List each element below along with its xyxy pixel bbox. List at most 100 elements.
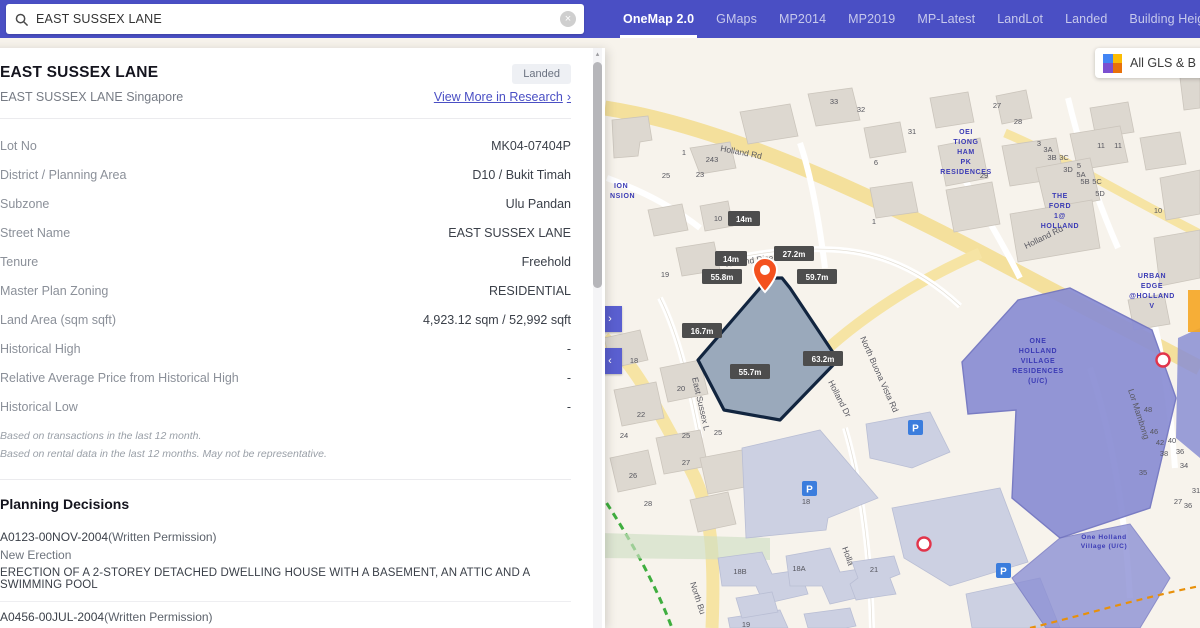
svg-text:14m: 14m [736, 215, 752, 224]
svg-text:5B: 5B [1080, 177, 1089, 186]
tab-landlot[interactable]: LandLot [986, 0, 1054, 38]
svg-text:ONE: ONE [1030, 338, 1047, 345]
svg-text:TIONG: TIONG [953, 139, 978, 146]
svg-text:55.8m: 55.8m [711, 273, 734, 282]
table-row: Land Area (sqm sqft) 4,923.12 sqm / 52,9… [0, 305, 571, 334]
property-address: EAST SUSSEX LANE Singapore [0, 90, 184, 104]
detail-value: Ulu Pandan [505, 196, 571, 211]
tab-building-height[interactable]: Building Height [1118, 0, 1200, 38]
gls-legend-chip[interactable]: All GLS & B [1095, 48, 1200, 78]
svg-text:34: 34 [1180, 461, 1188, 470]
tab-mp2019[interactable]: MP2019 [837, 0, 906, 38]
detail-value: - [566, 370, 571, 385]
svg-text:1: 1 [682, 148, 686, 157]
footnote: Based on rental data in the last 12 mont… [0, 448, 327, 460]
onemap-app: P P P Holland Rd Holland Rise Holland Rd… [0, 0, 1200, 628]
svg-text:3: 3 [1037, 139, 1041, 148]
svg-text:55.7m: 55.7m [739, 368, 762, 377]
footnotes: Based on transactions in the last 12 mon… [0, 425, 571, 479]
svg-text:1@: 1@ [1054, 213, 1066, 220]
scrollbar-up-arrow[interactable]: ▴ [593, 50, 602, 60]
tab-mp-latest[interactable]: MP-Latest [906, 0, 986, 38]
svg-text:23: 23 [696, 170, 704, 179]
detail-label: District / Planning Area [0, 167, 127, 182]
list-item[interactable]: A0456-00JUL-2004(Written Permission) Sub… [0, 602, 571, 628]
view-more-research-link[interactable]: View More in Research › [434, 90, 571, 104]
svg-text:18: 18 [802, 497, 810, 506]
svg-text:24: 24 [620, 431, 628, 440]
svg-text:46: 46 [1150, 427, 1158, 436]
table-row: District / Planning Area D10 / Bukit Tim… [0, 160, 571, 189]
svg-text:VILLAGE: VILLAGE [1021, 358, 1056, 365]
table-row: Tenure Freehold [0, 247, 571, 276]
svg-text:31: 31 [1192, 486, 1200, 495]
measure-16.7m: 16.7m [682, 323, 722, 338]
detail-label: Historical Low [0, 399, 78, 414]
svg-text:6: 6 [874, 158, 878, 167]
planning-type: Subdivision of Land [0, 624, 571, 628]
detail-value: 4,923.12 sqm / 52,992 sqft [422, 312, 571, 327]
svg-text:21: 21 [870, 565, 878, 574]
legend-chip-label: All GLS & B [1130, 56, 1196, 70]
svg-text:EDGE: EDGE [1141, 283, 1163, 290]
svg-text:V: V [1149, 303, 1154, 310]
property-detail-panel: EAST SUSSEX LANE Landed EAST SUSSEX LANE… [0, 48, 605, 628]
tab-gmaps[interactable]: GMaps [705, 0, 768, 38]
svg-text:FORD: FORD [1049, 203, 1071, 210]
svg-text:Village (U/C): Village (U/C) [1081, 543, 1128, 550]
svg-text:42: 42 [1156, 438, 1164, 447]
tab-onemap[interactable]: OneMap 2.0 [612, 0, 705, 38]
search-input[interactable] [36, 12, 560, 26]
svg-text:26: 26 [629, 471, 637, 480]
search-bar[interactable]: × [6, 4, 584, 34]
main-nav: OneMap 2.0 GMaps MP2014 MP2019 MP-Latest… [612, 0, 1200, 38]
planning-description: ERECTION OF A 2-STOREY DETACHED DWELLING… [0, 567, 530, 591]
svg-text:1: 1 [872, 217, 876, 226]
planning-ref-status: (Written Permission) [108, 530, 217, 544]
svg-text:14m: 14m [723, 255, 739, 264]
svg-text:22: 22 [637, 410, 645, 419]
svg-text:27: 27 [993, 101, 1001, 110]
clear-search-icon[interactable]: × [560, 11, 576, 27]
detail-label: Subzone [0, 196, 50, 211]
panel-subheader: EAST SUSSEX LANE Singapore View More in … [0, 90, 571, 118]
detail-value: - [566, 341, 571, 356]
list-item[interactable]: A0123-00NOV-2004(Written Permission) New… [0, 522, 571, 602]
panel-scrollbar[interactable]: ▴ [593, 48, 602, 628]
svg-text:3D: 3D [1063, 165, 1073, 174]
measure-55.8m: 55.8m [702, 269, 742, 284]
svg-text:11: 11 [1114, 141, 1122, 150]
table-row: Historical Low - [0, 392, 571, 421]
svg-text:25: 25 [714, 428, 722, 437]
detail-value: Freehold [521, 254, 571, 269]
map-polygon-right [1176, 328, 1200, 458]
svg-text:RESIDENCES: RESIDENCES [1012, 368, 1064, 375]
svg-text:P: P [1000, 567, 1007, 578]
panel-scroll-area[interactable]: EAST SUSSEX LANE Landed EAST SUSSEX LANE… [0, 48, 595, 628]
tab-mp2014[interactable]: MP2014 [768, 0, 837, 38]
measure-59.7m: 59.7m [797, 269, 837, 284]
planning-ref-number: A0123-00NOV-2004 [0, 530, 109, 544]
svg-text:18: 18 [630, 356, 638, 365]
planning-ref: A0456-00JUL-2004(Written Permission) [0, 610, 571, 624]
svg-text:@HOLLAND: @HOLLAND [1129, 293, 1175, 300]
planning-ref-status: (Written Permission) [104, 610, 213, 624]
gls-plot-orange [1188, 290, 1200, 332]
svg-text:5C: 5C [1092, 177, 1102, 186]
svg-text:40: 40 [1168, 436, 1176, 445]
svg-text:One Holland: One Holland [1081, 534, 1126, 541]
tab-landed[interactable]: Landed [1054, 0, 1118, 38]
svg-text:28: 28 [644, 499, 652, 508]
svg-text:27: 27 [1174, 497, 1182, 506]
measure-55.7m: 55.7m [730, 364, 770, 379]
svg-text:27.2m: 27.2m [783, 250, 806, 259]
planning-ref-number: A0456-00JUL-2004 [0, 610, 105, 624]
svg-text:HOLLAND: HOLLAND [1041, 223, 1079, 230]
svg-text:HOLLAND: HOLLAND [1019, 348, 1057, 355]
svg-text:OEI: OEI [959, 129, 973, 136]
svg-text:19: 19 [661, 270, 669, 279]
scrollbar-thumb[interactable] [593, 62, 602, 288]
view-more-research-label: View More in Research [433, 90, 563, 104]
svg-text:5D: 5D [1095, 189, 1105, 198]
svg-text:19: 19 [742, 620, 750, 628]
